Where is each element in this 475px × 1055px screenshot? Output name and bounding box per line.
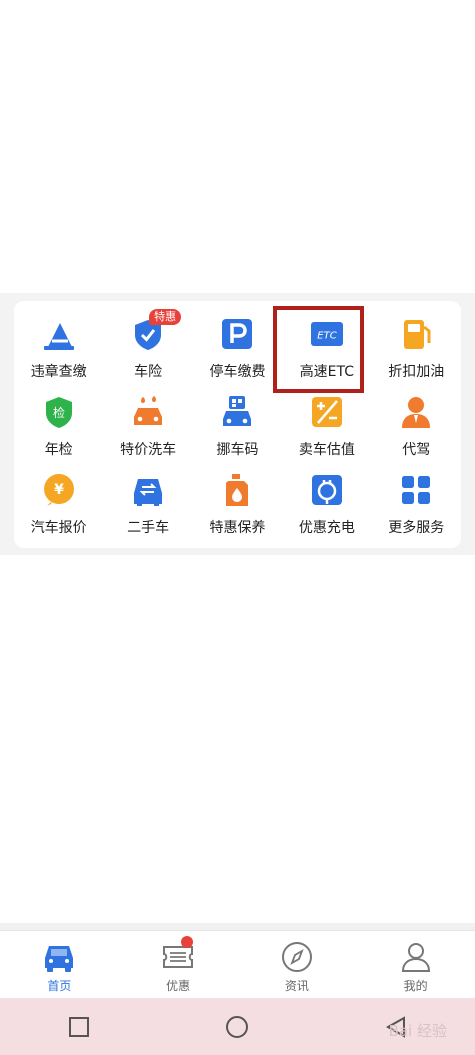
service-move-car[interactable]: 挪车码 — [193, 389, 282, 467]
user-icon — [401, 943, 430, 972]
special-offer-badge: 特惠 — [149, 309, 182, 325]
service-label: 挪车码 — [216, 442, 259, 458]
home-button[interactable] — [207, 1007, 267, 1047]
top-blank-area — [0, 0, 475, 293]
service-label: 违章查缴 — [30, 364, 87, 380]
etc-highlight-box — [273, 306, 364, 393]
watermark: Bai 经验 — [388, 1022, 447, 1040]
service-label: 卖车估值 — [298, 442, 355, 458]
bottom-tab-bar: 首页 优惠 资讯 我的 — [0, 930, 475, 999]
system-nav-bar: Bai 经验 — [0, 998, 475, 1055]
tab-news[interactable]: 资讯 — [238, 931, 357, 999]
service-label: 优惠充电 — [298, 520, 355, 536]
tab-home[interactable]: 首页 — [0, 931, 119, 999]
charging-icon — [310, 473, 344, 507]
grid-icon — [399, 473, 433, 507]
svg-text:¥: ¥ — [54, 482, 64, 498]
compass-icon — [281, 942, 312, 972]
tabbar-separator — [0, 923, 475, 930]
recents-button[interactable] — [49, 1007, 109, 1047]
car-wash-icon — [131, 395, 165, 429]
service-label: 更多服务 — [388, 520, 445, 536]
tab-profile[interactable]: 我的 — [356, 931, 475, 999]
used-car-icon — [131, 473, 165, 507]
svg-text:检: 检 — [53, 405, 65, 420]
service-fuel[interactable]: 折扣加油 — [372, 311, 461, 389]
service-used-car[interactable]: 二手车 — [103, 467, 192, 545]
service-car-wash[interactable]: 特价洗车 — [103, 389, 192, 467]
inspection-shield-icon: 检 — [42, 395, 76, 429]
service-label: 车险 — [134, 364, 163, 380]
tab-label: 我的 — [403, 979, 428, 993]
service-charging[interactable]: 优惠充电 — [282, 467, 371, 545]
service-car-prices[interactable]: ¥ 汽车报价 — [14, 467, 103, 545]
square-icon — [69, 1016, 90, 1037]
bottom-blank-area — [0, 555, 475, 923]
tab-label: 优惠 — [166, 979, 191, 993]
tab-deals[interactable]: 优惠 — [119, 931, 238, 999]
notification-dot — [180, 936, 193, 948]
service-label: 汽车报价 — [30, 520, 87, 536]
service-car-valuation[interactable]: 卖车估值 — [282, 389, 371, 467]
service-label: 代驾 — [402, 442, 431, 458]
tab-label: 资讯 — [284, 979, 309, 993]
services-grid: 违章查缴 特惠 车险 停车缴费 ETC 高速ETC 折扣加油 检 年检 特价洗车… — [14, 301, 461, 548]
tab-label: 首页 — [47, 979, 72, 993]
service-parking[interactable]: 停车缴费 — [193, 311, 282, 389]
circle-icon — [226, 1015, 249, 1038]
service-label: 折扣加油 — [388, 364, 445, 380]
fuel-pump-icon — [399, 317, 433, 351]
service-label: 年检 — [44, 442, 73, 458]
service-violation[interactable]: 违章查缴 — [14, 311, 103, 389]
shield-check-icon: 特惠 — [131, 309, 182, 351]
oil-can-icon — [220, 473, 254, 507]
service-maintenance[interactable]: 特惠保养 — [193, 467, 282, 545]
service-label: 二手车 — [127, 520, 170, 536]
service-label: 特惠保养 — [209, 520, 266, 536]
service-label: 停车缴费 — [209, 364, 266, 380]
parking-icon — [220, 317, 254, 351]
price-icon: ¥ — [42, 473, 76, 507]
service-insurance[interactable]: 特惠 车险 — [103, 309, 192, 389]
move-car-qr-icon — [220, 395, 254, 429]
service-label: 特价洗车 — [120, 442, 177, 458]
service-annual-inspection[interactable]: 检 年检 — [14, 389, 103, 467]
car-icon — [45, 946, 74, 972]
cone-icon — [42, 317, 76, 351]
calculator-icon — [310, 395, 344, 429]
service-more[interactable]: 更多服务 — [372, 467, 461, 545]
driver-icon — [399, 395, 433, 429]
service-designated-driver[interactable]: 代驾 — [372, 389, 461, 467]
